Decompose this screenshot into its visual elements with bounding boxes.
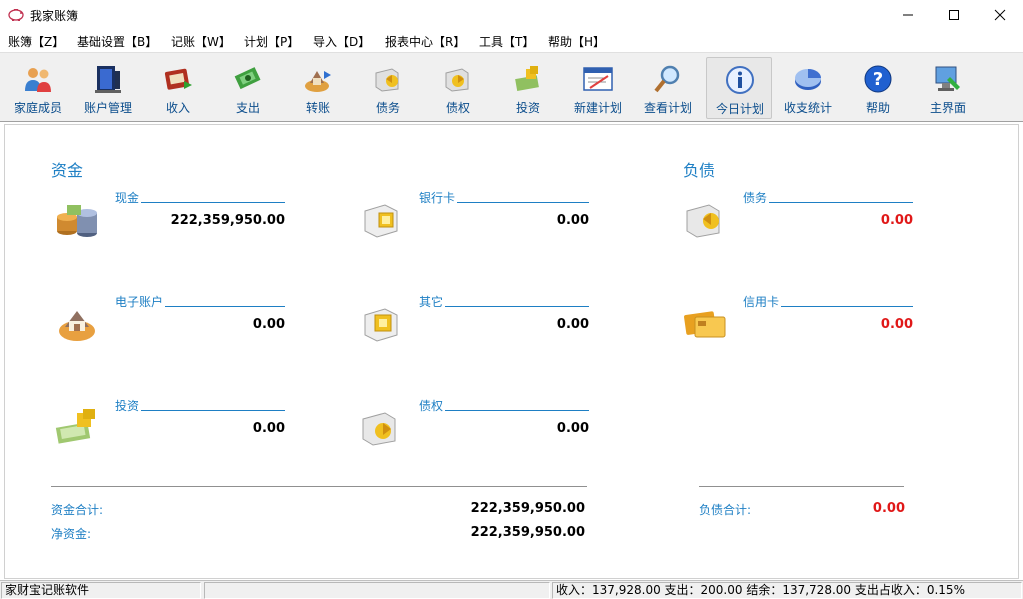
toolbar-credit-button[interactable]: 债权 (425, 57, 491, 119)
e-account-icon (59, 311, 95, 341)
income-icon (164, 68, 192, 90)
other-icon (364, 308, 398, 342)
today-plan-icon (726, 66, 754, 94)
asset-other-value: 0.00 (556, 317, 589, 332)
credit-icon (445, 68, 469, 92)
liabilities-section-title: 负债 (683, 161, 716, 180)
menu-basic-settings[interactable]: 基础设置【B】 (77, 33, 157, 50)
investment-icon (515, 66, 539, 91)
menu-bar: 账簿【Z】 基础设置【B】 记账【W】 计划【P】 导入【D】 报表中心【R】 … (0, 30, 1023, 52)
maximize-button[interactable] (931, 0, 977, 30)
liabilities-divider (699, 486, 904, 487)
investment-asset-icon (55, 409, 95, 444)
menu-help[interactable]: 帮助【H】 (548, 33, 605, 50)
expense-icon (234, 67, 261, 90)
asset-cash-value: 222,359,950.00 (170, 213, 285, 228)
close-button[interactable] (977, 0, 1023, 30)
net-assets-label: 净资金: (51, 527, 92, 541)
toolbar-today-plan-button[interactable]: 今日计划 (706, 57, 772, 119)
new-plan-icon (583, 67, 613, 91)
maximize-icon (949, 10, 959, 20)
asset-other[interactable]: 其它 0.00 (357, 293, 597, 353)
piggy-bank-icon (8, 9, 24, 21)
menu-plan[interactable]: 计划【P】 (244, 33, 299, 50)
close-icon (994, 9, 1006, 21)
minimize-icon (903, 14, 913, 16)
asset-cash[interactable]: 现金 222,359,950.00 (53, 189, 293, 249)
status-app-name: 家财宝记账软件 (1, 582, 201, 599)
asset-e-account-value: 0.00 (252, 317, 285, 332)
asset-investment-value: 0.00 (252, 421, 285, 436)
liabilities-total-label: 负债合计: (699, 503, 752, 517)
account-manage-icon (95, 66, 121, 93)
toolbar-account-manage-button[interactable]: 账户管理 (75, 57, 141, 119)
family-members-icon (25, 68, 51, 92)
debt-icon (375, 68, 399, 92)
liability-debt-value: 0.00 (880, 213, 913, 228)
asset-credit[interactable]: 债权 0.00 (357, 397, 597, 457)
toolbar-statistics-button[interactable]: 收支统计 (775, 57, 841, 119)
toolbar-main-screen-button[interactable]: 主界面 (915, 57, 981, 119)
asset-bank-card-value: 0.00 (556, 213, 589, 228)
svg-text:?: ? (873, 69, 883, 90)
toolbar-debt-button[interactable]: 债务 (355, 57, 421, 119)
asset-credit-value: 0.00 (556, 421, 589, 436)
view-plan-icon (654, 65, 680, 93)
toolbar-investment-button[interactable]: 投资 (495, 57, 561, 119)
toolbar-help-button[interactable]: ? 帮助 (845, 57, 911, 119)
menu-tools[interactable]: 工具【T】 (479, 33, 534, 50)
toolbar-income-button[interactable]: 收入 (145, 57, 211, 119)
assets-total-label: 资金合计: (51, 503, 104, 517)
status-summary: 收入：137,928.00 支出：200.00 结余：137,728.00 支出… (552, 582, 1022, 599)
menu-import[interactable]: 导入【D】 (313, 33, 370, 50)
liability-credit-card[interactable]: 信用卡 0.00 (681, 293, 921, 353)
credit-asset-icon (362, 412, 396, 446)
toolbar-transfer-button[interactable]: 转账 (285, 57, 351, 119)
toolbar-expense-button[interactable]: 支出 (215, 57, 281, 119)
assets-divider (51, 486, 587, 487)
statistics-icon (795, 69, 821, 90)
main-screen-icon (935, 66, 960, 91)
toolbar: 家庭成员 账户管理 收入 支出 转账 债务 债权 投资 新建计划 查看计划 今日… (0, 52, 1023, 122)
credit-card-icon (684, 311, 726, 338)
liabilities-total-value: 0.00 (872, 501, 905, 516)
debt-liability-icon (686, 204, 720, 238)
title-bar: 我家账簿 (0, 0, 1023, 30)
assets-total-value: 222,359,950.00 (470, 501, 585, 516)
assets-section-title: 资金 (51, 161, 84, 180)
liability-credit-card-value: 0.00 (880, 317, 913, 332)
transfer-icon (305, 71, 331, 92)
status-middle (204, 582, 550, 599)
minimize-button[interactable] (885, 0, 931, 30)
net-assets-value: 222,359,950.00 (470, 525, 585, 540)
asset-investment[interactable]: 投资 0.00 (53, 397, 293, 457)
window-title: 我家账簿 (30, 9, 79, 23)
asset-e-account[interactable]: 电子账户 0.00 (53, 293, 293, 353)
asset-bank-card[interactable]: 银行卡 0.00 (357, 189, 597, 249)
toolbar-family-members-button[interactable]: 家庭成员 (5, 57, 71, 119)
help-icon: ? (864, 65, 892, 93)
toolbar-view-plan-button[interactable]: 查看计划 (635, 57, 701, 119)
liability-debt[interactable]: 债务 0.00 (681, 189, 921, 249)
toolbar-new-plan-button[interactable]: 新建计划 (565, 57, 631, 119)
cash-icon (57, 205, 97, 237)
menu-report-center[interactable]: 报表中心【R】 (385, 33, 465, 50)
menu-bookkeeping[interactable]: 记账【W】 (171, 33, 231, 50)
overview-panel: 资金 负债 现金 222,359,950.00 银行卡 0.00 债务 0.00… (4, 124, 1019, 579)
menu-ledger[interactable]: 账簿【Z】 (8, 33, 64, 50)
status-bar: 家财宝记账软件 收入：137,928.00 支出：200.00 结余：137,7… (0, 580, 1023, 599)
bank-card-icon (364, 204, 398, 238)
